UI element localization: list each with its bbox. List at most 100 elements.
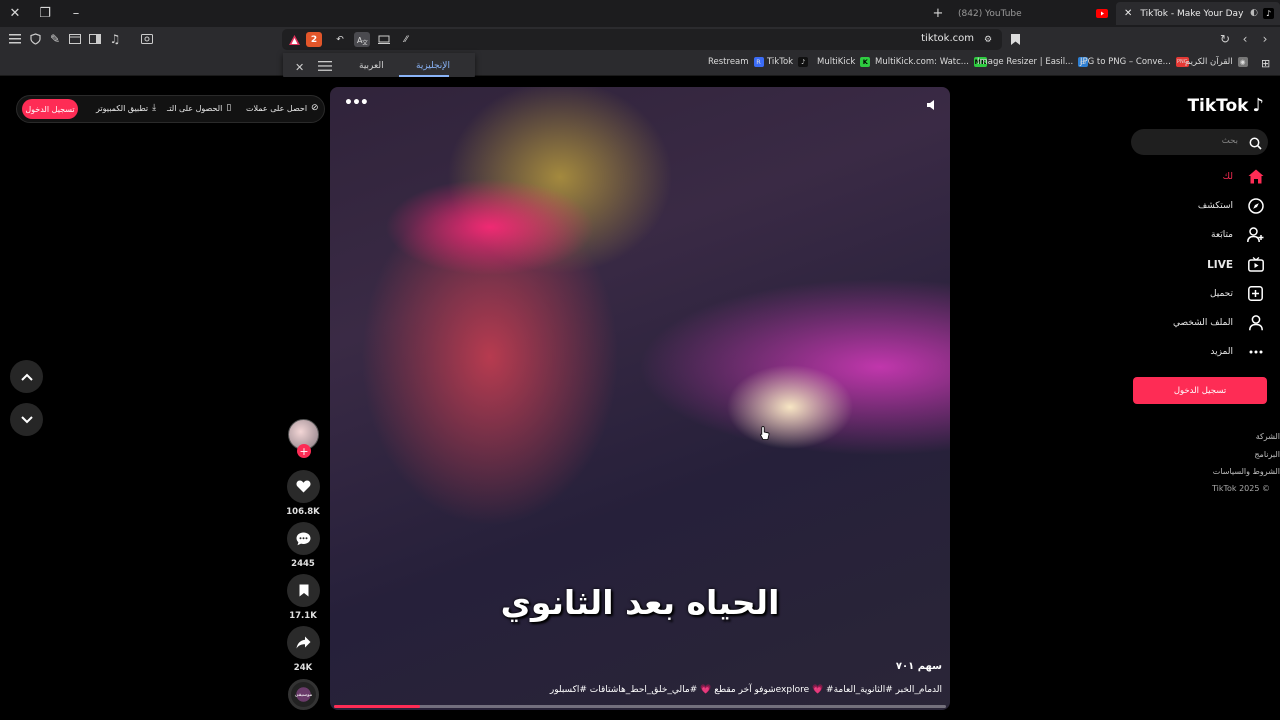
sidebar-icon[interactable] — [88, 32, 102, 46]
site-settings-icon[interactable]: ⚙ — [980, 32, 996, 47]
minimize-window-icon[interactable]: – — [62, 0, 90, 27]
bookmark-icon[interactable] — [1008, 32, 1022, 46]
get-coins-link[interactable]: احصل على عملات ⊘ — [246, 103, 319, 113]
phone-icon: ▯ — [226, 103, 232, 113]
nav-profile[interactable]: الملف الشخصي — [1173, 314, 1264, 331]
footer-copyright: TikTok 2025 © — [1212, 484, 1270, 493]
compass-icon — [1247, 197, 1264, 214]
nav-more[interactable]: المزيد — [1210, 343, 1264, 360]
desktop-app-link[interactable]: تطبيق الكمبيوتر ⤓ — [96, 103, 156, 113]
comment-button[interactable] — [287, 522, 320, 555]
forward-icon[interactable]: › — [1258, 32, 1272, 46]
browser-toolbar: ✎ ♫ 2 ↶ A文 ⁄⁄ tiktok.com ⚙ ↻ ‹ › — [0, 27, 1280, 52]
screenshot-icon[interactable] — [140, 32, 154, 46]
share-icon — [296, 636, 311, 649]
share-button[interactable] — [287, 626, 320, 659]
close-window-icon[interactable]: ✕ — [1, 0, 29, 27]
video-progress-fill — [334, 705, 420, 708]
nav-live[interactable]: LIVE — [1207, 256, 1264, 273]
translate-option-arabic[interactable]: العربية — [359, 61, 384, 71]
video-description[interactable]: شوفو آخر مقطع 💗 #مالي_خلق_احط_هاشتاقات #… — [550, 685, 942, 695]
tab-title: TikTok - Make Your Day — [1140, 8, 1244, 19]
get-app-link[interactable]: الحصول على التـ ▯ — [167, 103, 231, 113]
tiktok-favicon-icon: ♪ — [1263, 8, 1274, 19]
follow-plus-icon[interactable]: + — [297, 444, 311, 458]
close-translate-icon[interactable]: ✕ — [295, 61, 304, 74]
cast-icon[interactable] — [376, 32, 392, 47]
next-video-button[interactable] — [10, 403, 43, 436]
bookmark-multikick[interactable]: MultiKick K — [817, 57, 871, 67]
search-input[interactable]: بحث — [1131, 129, 1268, 155]
more-icon — [1247, 343, 1264, 360]
rewrite-icon[interactable]: ⁄⁄ — [398, 32, 414, 47]
coin-icon: ⊘ — [311, 103, 319, 113]
like-count: 106.8K — [286, 507, 320, 517]
undo-icon[interactable]: ↶ — [332, 32, 348, 47]
tabs-icon[interactable] — [68, 32, 82, 46]
tab-youtube[interactable]: (842) YouTube — [950, 2, 1090, 25]
bookmark-image-resizer[interactable]: Image Resizer | Easil... ▭ — [977, 57, 1089, 67]
top-actions-bar: تسجيل الدخول تطبيق الكمبيوتر ⤓ الحصول عل… — [16, 95, 325, 123]
nav-for-you[interactable]: لك — [1223, 168, 1264, 185]
home-icon — [1247, 168, 1264, 185]
reload-icon[interactable]: ↻ — [1218, 32, 1232, 46]
translate-icon[interactable]: A文 — [354, 32, 370, 47]
bookmark-quran[interactable]: القرآن الكريم ◉ — [1185, 57, 1248, 67]
globe-icon: ◉ — [1237, 57, 1248, 67]
address-bar[interactable]: 2 ↶ A文 ⁄⁄ tiktok.com ⚙ — [282, 29, 1002, 50]
translate-option-english[interactable]: الإنجليزية — [416, 61, 450, 71]
apps-grid-icon[interactable]: ⊞ — [1261, 57, 1270, 70]
search-icon[interactable] — [1249, 135, 1262, 154]
nav-upload[interactable]: تحميل — [1210, 285, 1264, 302]
save-button[interactable] — [287, 574, 320, 607]
url-text[interactable]: tiktok.com — [921, 33, 974, 44]
browser-tab-bar: ✕ ❐ – + (842) YouTube ✕ TikTok - Make Yo… — [0, 0, 1280, 27]
nav-following[interactable]: متابَعة — [1211, 226, 1264, 243]
video-progress-bar[interactable] — [334, 705, 946, 708]
user-plus-icon — [1247, 226, 1264, 243]
new-tab-button[interactable]: + — [924, 0, 952, 27]
video-player[interactable]: ••• الحياه بعد الثانوي سهم ٧٠١ شوفو آخر … — [330, 87, 950, 710]
restream-icon: R — [753, 57, 764, 67]
live-tv-icon — [1247, 256, 1264, 273]
pen-icon[interactable]: ✎ — [48, 32, 62, 46]
tiktok-note-icon: ♪ — [1252, 95, 1265, 116]
search-placeholder: بحث — [1221, 136, 1238, 146]
footer-terms-link[interactable]: الشروط والسياسات — [1213, 467, 1280, 476]
sidebar-login-button[interactable]: تسجيل الدخول — [1133, 377, 1267, 404]
tiktok-page: تسجيل الدخول تطبيق الكمبيوتر ⤓ الحصول عل… — [0, 77, 1280, 720]
tab-tiktok[interactable]: ✕ TikTok - Make Your Day ◐ ♪ — [1116, 2, 1280, 25]
bookmark-multikick-watch[interactable]: MultiKick.com: Watc... MK — [875, 57, 987, 67]
share-count: 24K — [293, 663, 313, 673]
shield-icon[interactable] — [28, 32, 42, 46]
nav-explore[interactable]: استكشف — [1198, 197, 1264, 214]
music-disc[interactable]: موسيقى — [288, 679, 319, 710]
restore-window-icon[interactable]: ❐ — [31, 0, 59, 27]
tiktok-logo[interactable]: TikTok ♪ — [1187, 95, 1264, 116]
brave-shields-icon[interactable]: 2 — [306, 32, 322, 47]
video-more-icon[interactable]: ••• — [344, 95, 369, 111]
bookmark-jpg-to-png[interactable]: JPG to PNG – Conve... PNG — [1080, 57, 1189, 67]
menu-icon[interactable] — [8, 32, 22, 46]
back-icon[interactable]: ‹ — [1238, 32, 1252, 46]
video-author[interactable]: سهم ٧٠١ — [896, 661, 942, 672]
bookmark-restream[interactable]: Restream R — [708, 57, 764, 67]
mute-tab-icon[interactable]: ◐ — [1250, 8, 1258, 18]
multikick-icon: K — [860, 57, 871, 67]
music-icon[interactable]: ♫ — [108, 32, 122, 46]
like-button[interactable] — [287, 470, 320, 503]
svg-text:文: 文 — [362, 39, 368, 45]
brave-rewards-icon[interactable] — [286, 32, 302, 47]
footer-company-link[interactable]: الشركة — [1256, 432, 1280, 441]
volume-icon[interactable] — [926, 99, 938, 114]
bookmarks-bar: Restream R TikTok ♪ MultiKick K MultiKic… — [0, 52, 1280, 76]
comment-icon — [296, 532, 311, 545]
video-caption-overlay: الحياه بعد الثانوي — [500, 583, 780, 622]
bookmark-tiktok[interactable]: TikTok ♪ — [767, 57, 809, 67]
translate-menu-icon[interactable] — [318, 61, 332, 74]
previous-video-button[interactable] — [10, 360, 43, 393]
top-login-button[interactable]: تسجيل الدخول — [22, 99, 78, 119]
close-tab-icon[interactable]: ✕ — [1124, 8, 1132, 19]
mouse-cursor-icon — [760, 426, 770, 440]
footer-program-link[interactable]: البرنامج — [1254, 450, 1280, 459]
